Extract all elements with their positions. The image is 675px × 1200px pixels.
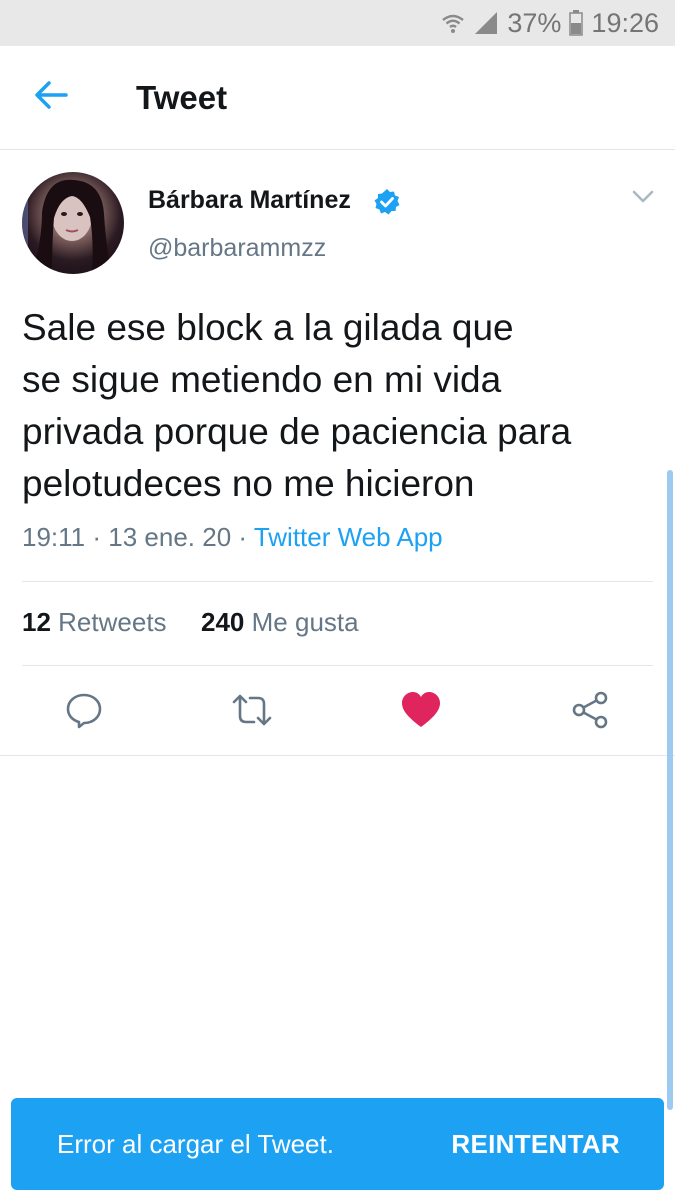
retry-button[interactable]: REINTENTAR — [451, 1129, 620, 1160]
battery-icon — [569, 10, 584, 36]
divider — [22, 665, 653, 666]
verified-badge-icon — [373, 188, 401, 221]
tweet-text-line: se sigue metiendo en mi vida — [22, 359, 502, 400]
divider — [22, 581, 653, 582]
tweet-time: 19:11 — [22, 522, 86, 552]
battery-percent: 37% — [507, 7, 562, 38]
status-bar: 37% 19:26 — [0, 0, 675, 46]
retweets-stat[interactable]: 12 Retweets — [22, 607, 174, 637]
divider — [0, 755, 675, 756]
tweet-text-line: Sale ese block a la gilada que — [22, 307, 514, 348]
tweet-text-line: pelotudeces no me hicieron — [22, 463, 475, 504]
tweet-text: Sale ese block a la gilada que se sigue … — [22, 302, 662, 510]
author-name[interactable]: Bárbara Martínez — [148, 186, 351, 215]
error-snackbar: Error al cargar el Tweet. REINTENTAR — [11, 1098, 664, 1190]
share-button[interactable] — [568, 690, 612, 734]
reply-button[interactable] — [62, 690, 106, 734]
caret-down-icon[interactable] — [632, 190, 654, 209]
page-title: Tweet — [136, 78, 228, 116]
retweets-label: Retweets — [58, 607, 167, 637]
signal-icon — [473, 10, 499, 36]
reply-icon — [64, 690, 104, 735]
meta-separator: · — [238, 522, 254, 552]
avatar[interactable] — [22, 172, 124, 274]
back-button[interactable] — [0, 46, 104, 150]
wifi-icon — [441, 11, 465, 35]
tweet-text-line: privada porque de paciencia para — [22, 411, 572, 452]
share-icon — [570, 690, 610, 735]
meta-separator: · — [92, 522, 109, 552]
tweet-meta: 19:11 · 13 ene. 20 · Twitter Web App — [22, 522, 443, 553]
scrollbar[interactable] — [667, 470, 673, 1110]
likes-count: 240 — [201, 607, 245, 637]
status-time: 19:26 — [591, 7, 659, 38]
snackbar-message: Error al cargar el Tweet. — [57, 1128, 334, 1159]
app-bar: Tweet — [0, 46, 675, 150]
author-handle[interactable]: @barbarammzz — [148, 234, 326, 263]
likes-stat[interactable]: 240 Me gusta — [201, 607, 359, 637]
likes-label: Me gusta — [251, 607, 359, 637]
retweets-count: 12 — [22, 607, 51, 637]
retweet-button[interactable] — [230, 690, 274, 734]
like-button[interactable] — [399, 690, 443, 734]
like-heart-icon — [401, 691, 441, 734]
retweet-icon — [230, 690, 274, 735]
tweet-stats: 12 Retweets 240 Me gusta — [22, 607, 359, 638]
back-arrow-icon — [35, 80, 68, 115]
tweet-source-link[interactable]: Twitter Web App — [254, 522, 443, 552]
tweet-date: 13 ene. 20 — [108, 522, 232, 552]
